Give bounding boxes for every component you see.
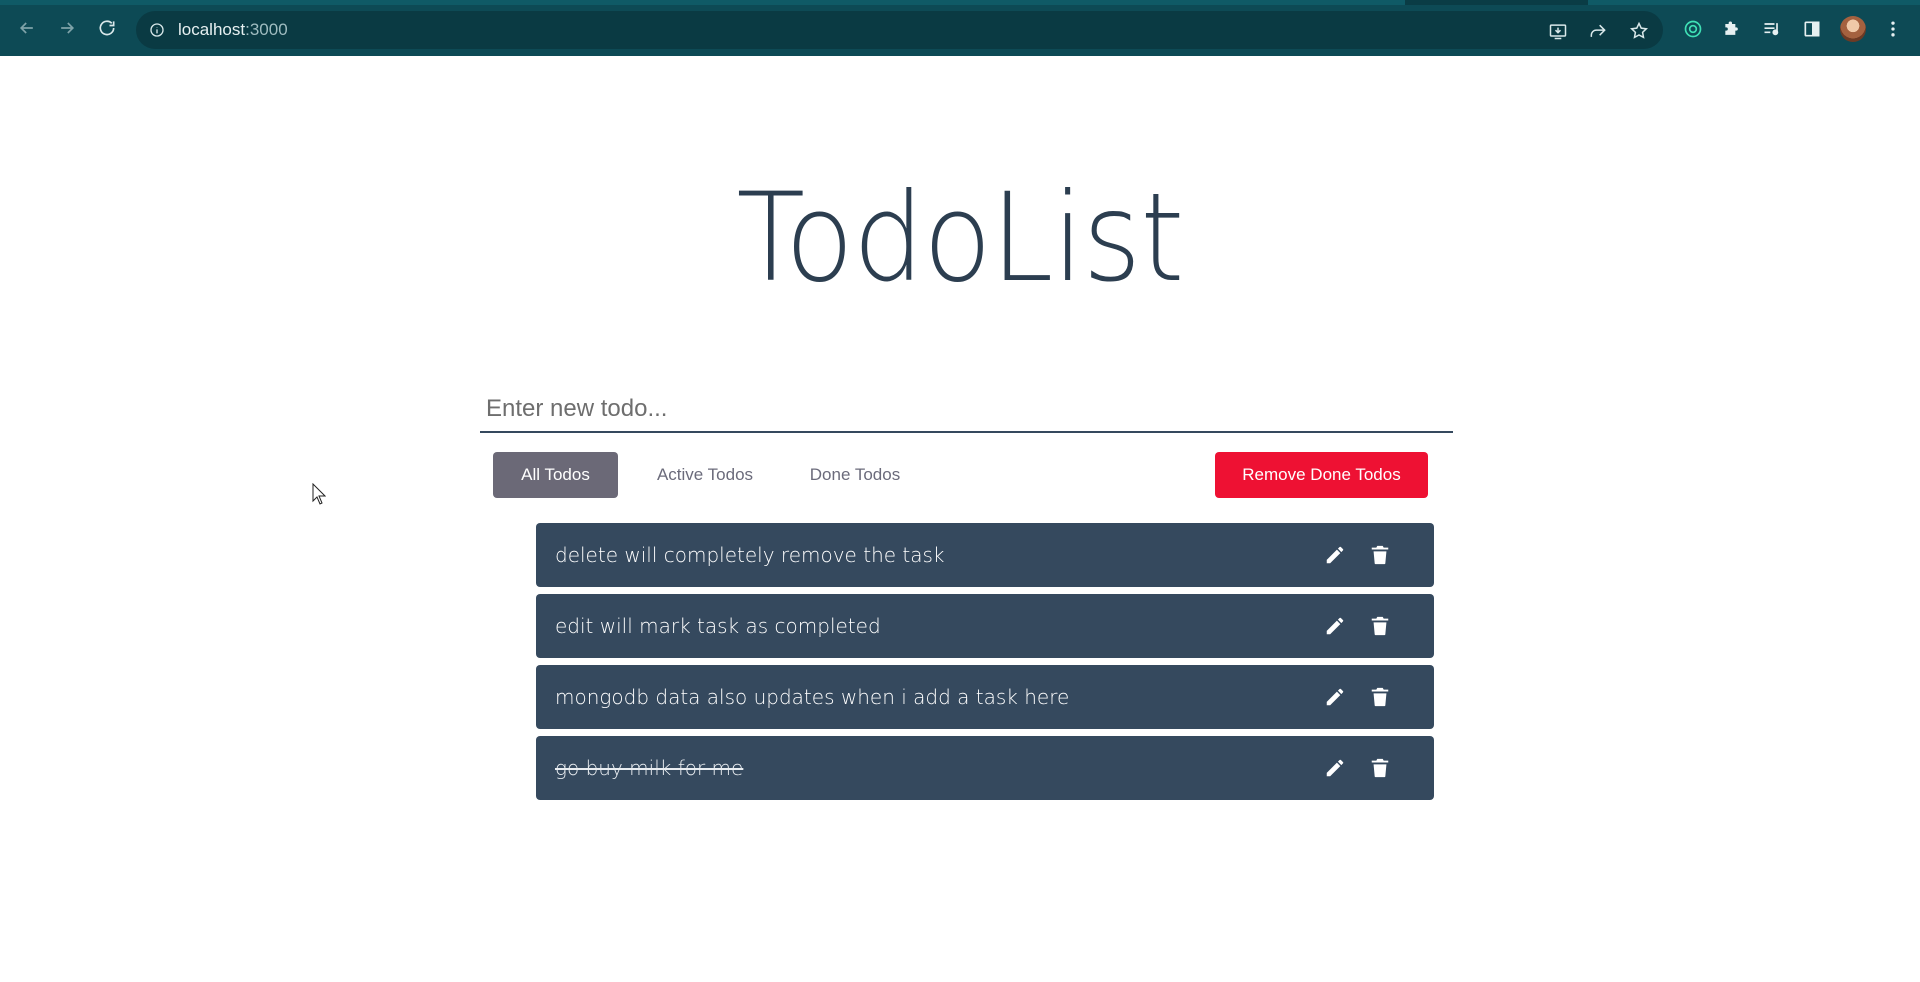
tab-active[interactable] bbox=[0, 0, 1405, 5]
extension-circle-icon[interactable] bbox=[1681, 17, 1705, 41]
filter-done-todos[interactable]: Done Todos bbox=[795, 452, 915, 498]
page-title: TodoList bbox=[736, 167, 1185, 309]
filter-all-todos[interactable]: All Todos bbox=[493, 452, 618, 498]
todo-item[interactable]: mongodb data also updates when i add a t… bbox=[536, 665, 1434, 729]
trash-icon[interactable] bbox=[1368, 543, 1392, 567]
address-bar[interactable]: localhost:3000 bbox=[136, 11, 1663, 49]
pencil-icon[interactable] bbox=[1323, 543, 1347, 567]
reload-button[interactable] bbox=[93, 14, 121, 42]
star-icon[interactable] bbox=[1628, 20, 1650, 42]
side-panel-icon[interactable] bbox=[1800, 17, 1824, 41]
install-icon[interactable] bbox=[1547, 20, 1569, 42]
url-port: :3000 bbox=[245, 20, 288, 39]
todo-list: delete will completely remove the task e… bbox=[536, 523, 1434, 807]
filter-active-todos[interactable]: Active Todos bbox=[640, 452, 770, 498]
arrow-right-icon bbox=[61, 22, 75, 34]
arrow-left-icon bbox=[19, 22, 33, 34]
media-queue-icon[interactable] bbox=[1760, 17, 1784, 41]
todo-text: delete will completely remove the task bbox=[555, 543, 945, 567]
remove-done-todos-button[interactable]: Remove Done Todos bbox=[1215, 452, 1428, 498]
pencil-icon[interactable] bbox=[1323, 685, 1347, 709]
forward-button[interactable] bbox=[53, 14, 81, 42]
todo-text: edit will mark task as completed bbox=[555, 614, 881, 638]
reload-icon bbox=[99, 20, 115, 36]
trash-icon[interactable] bbox=[1368, 614, 1392, 638]
page-content: TodoList All Todos Active Todos Done Tod… bbox=[0, 56, 1920, 982]
share-icon[interactable] bbox=[1587, 20, 1609, 42]
info-icon[interactable] bbox=[148, 21, 166, 39]
tab-inactive[interactable] bbox=[1588, 0, 1920, 5]
url-text: localhost:3000 bbox=[178, 20, 288, 40]
mouse-cursor-icon bbox=[312, 483, 326, 505]
new-todo-input[interactable] bbox=[480, 387, 1453, 433]
todo-item[interactable]: edit will mark task as completed bbox=[536, 594, 1434, 658]
trash-icon[interactable] bbox=[1368, 756, 1392, 780]
todo-text: go buy milk for me bbox=[555, 756, 744, 780]
todo-item-done[interactable]: go buy milk for me bbox=[536, 736, 1434, 800]
puzzle-icon[interactable] bbox=[1720, 17, 1744, 41]
url-host: localhost bbox=[178, 20, 246, 39]
back-button[interactable] bbox=[13, 14, 41, 42]
trash-icon[interactable] bbox=[1368, 685, 1392, 709]
avatar[interactable] bbox=[1840, 16, 1866, 42]
todo-item[interactable]: delete will completely remove the task bbox=[536, 523, 1434, 587]
browser-toolbar: localhost:3000 bbox=[0, 0, 1920, 56]
more-vertical-icon[interactable] bbox=[1881, 17, 1905, 41]
todo-text: mongodb data also updates when i add a t… bbox=[555, 685, 1070, 709]
pencil-icon[interactable] bbox=[1323, 614, 1347, 638]
pencil-icon[interactable] bbox=[1323, 756, 1347, 780]
tab-strip bbox=[0, 0, 1920, 5]
